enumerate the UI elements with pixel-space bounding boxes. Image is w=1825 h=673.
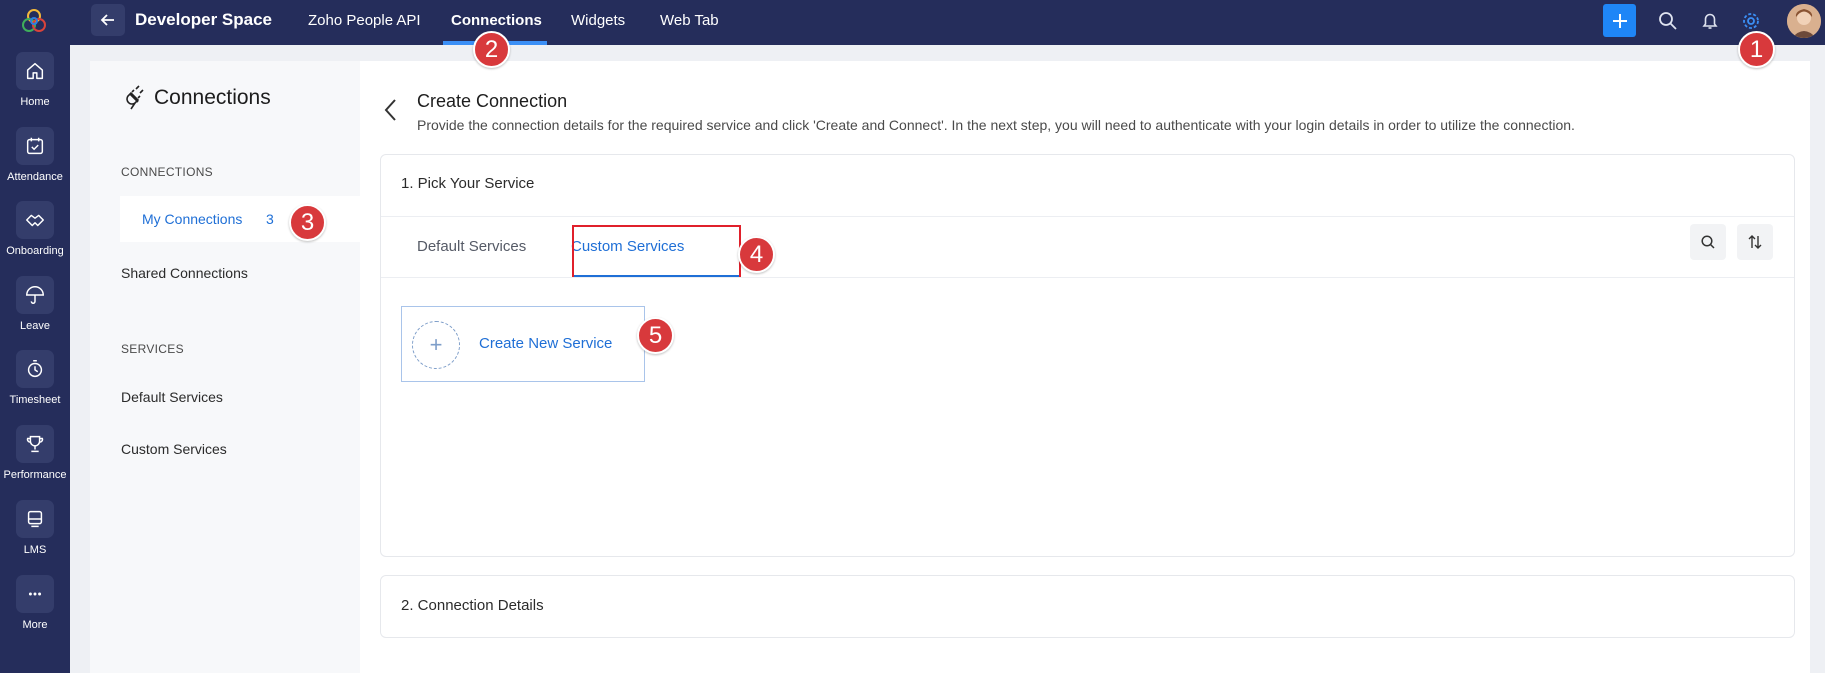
create-new-service-label: Create New Service bbox=[479, 335, 613, 352]
tab-web-tab[interactable]: Web Tab bbox=[660, 12, 719, 29]
lms-icon bbox=[16, 500, 54, 538]
rail-label: Onboarding bbox=[6, 245, 64, 257]
callout-badge: 1 bbox=[1738, 31, 1775, 68]
connection-count: 3 bbox=[266, 211, 274, 227]
plus-icon bbox=[1612, 13, 1627, 28]
section-heading-connections: CONNECTIONS bbox=[121, 165, 213, 179]
tab-connections[interactable]: Connections bbox=[451, 12, 542, 29]
user-photo-icon bbox=[1787, 4, 1821, 38]
plug-icon bbox=[126, 85, 144, 110]
avatar[interactable] bbox=[1787, 4, 1821, 38]
pick-service-card: 1. Pick Your Service Default Services Cu… bbox=[380, 154, 1795, 557]
calendar-check-icon bbox=[16, 127, 54, 165]
connections-sidebar: Connections CONNECTIONS My Connections 3… bbox=[90, 61, 360, 673]
callout-badge: 4 bbox=[738, 236, 775, 273]
handshake-icon bbox=[16, 201, 54, 239]
rail-item-attendance[interactable]: Attendance bbox=[0, 121, 70, 195]
callout-badge: 3 bbox=[289, 204, 326, 241]
rail-label: Leave bbox=[20, 320, 50, 332]
rail-label: Attendance bbox=[7, 171, 63, 183]
highlight-box bbox=[572, 225, 741, 278]
umbrella-icon bbox=[16, 276, 54, 314]
chevron-left-icon[interactable] bbox=[380, 97, 402, 123]
tab-default-services[interactable]: Default Services bbox=[417, 238, 526, 255]
search-icon[interactable] bbox=[1657, 10, 1679, 32]
bell-icon[interactable] bbox=[1699, 10, 1721, 32]
gear-icon[interactable] bbox=[1740, 10, 1762, 32]
page-title: Create Connection bbox=[417, 91, 568, 111]
sidebar-title: Connections bbox=[124, 85, 271, 111]
callout-badge: 2 bbox=[473, 31, 510, 68]
page-description: Provide the connection details for the r… bbox=[417, 117, 1575, 133]
divider bbox=[381, 216, 1794, 217]
rail-item-more[interactable]: More bbox=[0, 569, 70, 643]
sidebar-item-default-services[interactable]: Default Services bbox=[121, 389, 223, 405]
app-title: Developer Space bbox=[135, 10, 273, 29]
back-button[interactable] bbox=[91, 4, 125, 36]
rail-label: More bbox=[22, 619, 48, 631]
divider bbox=[381, 277, 1794, 278]
connection-details-card[interactable]: 2. Connection Details bbox=[380, 575, 1795, 638]
rail-item-lms[interactable]: LMS bbox=[0, 494, 70, 568]
timer-icon bbox=[16, 350, 54, 388]
create-new-service-button[interactable]: + Create New Service bbox=[401, 306, 645, 382]
rail-item-timesheet[interactable]: Timesheet bbox=[0, 344, 70, 418]
rail-label: Home bbox=[20, 96, 50, 108]
step-heading: 2. Connection Details bbox=[401, 597, 544, 614]
rail-item-leave[interactable]: Leave bbox=[0, 270, 70, 344]
sidebar-title-text: Connections bbox=[154, 86, 271, 109]
sort-button[interactable] bbox=[1737, 224, 1773, 260]
tab-widgets[interactable]: Widgets bbox=[571, 12, 625, 29]
top-bar: Developer Space Zoho People API Connecti… bbox=[70, 0, 1825, 45]
rail-item-performance[interactable]: Performance bbox=[0, 419, 70, 493]
callout-badge: 5 bbox=[637, 317, 674, 354]
add-button[interactable] bbox=[1603, 4, 1636, 37]
sort-icon bbox=[1748, 235, 1762, 249]
rail-label: Timesheet bbox=[9, 394, 61, 406]
main-panel: Create Connection Provide the connection… bbox=[360, 61, 1810, 673]
sidebar-item-custom-services[interactable]: Custom Services bbox=[121, 441, 227, 457]
rail-item-onboarding[interactable]: Onboarding bbox=[0, 195, 70, 269]
app-rail: Home Attendance Onboarding Leave Timeshe… bbox=[0, 0, 70, 673]
section-heading-services: SERVICES bbox=[121, 342, 184, 356]
search-icon bbox=[1701, 235, 1715, 249]
search-button[interactable] bbox=[1690, 224, 1726, 260]
more-icon bbox=[16, 575, 54, 613]
rail-label: Performance bbox=[3, 469, 67, 481]
zoho-logo-icon[interactable] bbox=[19, 6, 49, 36]
rail-item-home[interactable]: Home bbox=[0, 46, 70, 120]
sidebar-item-label: My Connections bbox=[142, 211, 243, 227]
step-heading: 1. Pick Your Service bbox=[401, 175, 535, 192]
arrow-left-icon bbox=[100, 14, 114, 26]
trophy-icon bbox=[16, 425, 54, 463]
home-icon bbox=[16, 52, 54, 90]
tab-zoho-people-api[interactable]: Zoho People API bbox=[308, 12, 421, 29]
plus-icon: + bbox=[412, 321, 460, 369]
sidebar-item-shared-connections[interactable]: Shared Connections bbox=[121, 265, 248, 281]
rail-label: LMS bbox=[23, 544, 47, 556]
